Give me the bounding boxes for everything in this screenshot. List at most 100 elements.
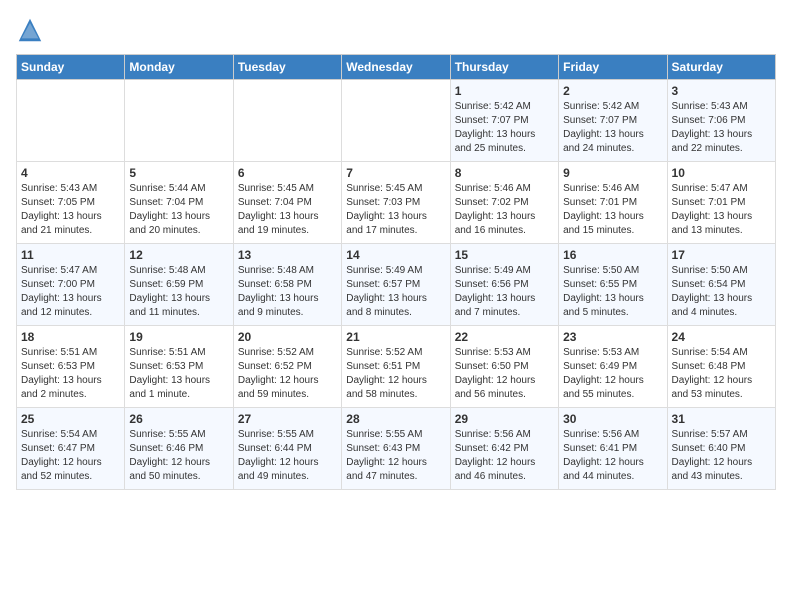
- day-info: Sunrise: 5:48 AM Sunset: 6:59 PM Dayligh…: [129, 264, 228, 320]
- day-info: Sunrise: 5:57 AM Sunset: 6:40 PM Dayligh…: [672, 428, 771, 484]
- day-number: 10: [672, 166, 771, 180]
- calendar-cell: 1 Sunrise: 5:42 AM Sunset: 7:07 PM Daylig…: [450, 80, 558, 162]
- week-row-3: 11 Sunrise: 5:47 AM Sunset: 7:00 PM Dayli…: [17, 244, 776, 326]
- day-info: Sunrise: 5:53 AM Sunset: 6:50 PM Dayligh…: [455, 346, 554, 402]
- day-header-tuesday: Tuesday: [233, 55, 341, 80]
- day-info: Sunrise: 5:51 AM Sunset: 6:53 PM Dayligh…: [129, 346, 228, 402]
- day-number: 26: [129, 412, 228, 426]
- calendar-cell: 24 Sunrise: 5:54 AM Sunset: 6:48 PM Dayli…: [667, 326, 775, 408]
- day-number: 9: [563, 166, 662, 180]
- calendar-cell: 27 Sunrise: 5:55 AM Sunset: 6:44 PM Dayli…: [233, 408, 341, 490]
- calendar-cell: 9 Sunrise: 5:46 AM Sunset: 7:01 PM Daylig…: [559, 162, 667, 244]
- week-row-5: 25 Sunrise: 5:54 AM Sunset: 6:47 PM Dayli…: [17, 408, 776, 490]
- calendar-cell: [342, 80, 450, 162]
- day-number: 20: [238, 330, 337, 344]
- day-info: Sunrise: 5:54 AM Sunset: 6:47 PM Dayligh…: [21, 428, 120, 484]
- day-info: Sunrise: 5:44 AM Sunset: 7:04 PM Dayligh…: [129, 182, 228, 238]
- calendar-cell: 31Sunrise: 5:57 AM Sunset: 6:40 PM Dayli…: [667, 408, 775, 490]
- day-info: Sunrise: 5:47 AM Sunset: 7:00 PM Dayligh…: [21, 264, 120, 320]
- day-number: 13: [238, 248, 337, 262]
- day-number: 22: [455, 330, 554, 344]
- day-info: Sunrise: 5:55 AM Sunset: 6:46 PM Dayligh…: [129, 428, 228, 484]
- day-number: 1: [455, 84, 554, 98]
- day-info: Sunrise: 5:42 AM Sunset: 7:07 PM Dayligh…: [563, 100, 662, 156]
- day-header-monday: Monday: [125, 55, 233, 80]
- day-number: 3: [672, 84, 771, 98]
- calendar-cell: 7 Sunrise: 5:45 AM Sunset: 7:03 PM Daylig…: [342, 162, 450, 244]
- day-number: 18: [21, 330, 120, 344]
- day-info: Sunrise: 5:54 AM Sunset: 6:48 PM Dayligh…: [672, 346, 771, 402]
- day-info: Sunrise: 5:43 AM Sunset: 7:06 PM Dayligh…: [672, 100, 771, 156]
- day-info: Sunrise: 5:56 AM Sunset: 6:41 PM Dayligh…: [563, 428, 662, 484]
- day-info: Sunrise: 5:45 AM Sunset: 7:03 PM Dayligh…: [346, 182, 445, 238]
- day-number: 19: [129, 330, 228, 344]
- day-number: 25: [21, 412, 120, 426]
- calendar-cell: 10 Sunrise: 5:47 AM Sunset: 7:01 PM Dayli…: [667, 162, 775, 244]
- day-info: Sunrise: 5:50 AM Sunset: 6:54 PM Dayligh…: [672, 264, 771, 320]
- day-info: Sunrise: 5:48 AM Sunset: 6:58 PM Dayligh…: [238, 264, 337, 320]
- day-header-wednesday: Wednesday: [342, 55, 450, 80]
- day-info: Sunrise: 5:50 AM Sunset: 6:55 PM Dayligh…: [563, 264, 662, 320]
- day-header-friday: Friday: [559, 55, 667, 80]
- calendar-header-row: SundayMondayTuesdayWednesdayThursdayFrid…: [17, 55, 776, 80]
- day-info: Sunrise: 5:55 AM Sunset: 6:44 PM Dayligh…: [238, 428, 337, 484]
- day-header-thursday: Thursday: [450, 55, 558, 80]
- calendar-cell: 29Sunrise: 5:56 AM Sunset: 6:42 PM Dayli…: [450, 408, 558, 490]
- day-number: 16: [563, 248, 662, 262]
- calendar-cell: [233, 80, 341, 162]
- calendar-cell: 18 Sunrise: 5:51 AM Sunset: 6:53 PM Dayli…: [17, 326, 125, 408]
- day-info: Sunrise: 5:55 AM Sunset: 6:43 PM Dayligh…: [346, 428, 445, 484]
- day-info: Sunrise: 5:52 AM Sunset: 6:51 PM Dayligh…: [346, 346, 445, 402]
- day-number: 11: [21, 248, 120, 262]
- calendar-cell: [125, 80, 233, 162]
- calendar-cell: 22 Sunrise: 5:53 AM Sunset: 6:50 PM Dayli…: [450, 326, 558, 408]
- day-number: 2: [563, 84, 662, 98]
- day-info: Sunrise: 5:56 AM Sunset: 6:42 PM Dayligh…: [455, 428, 554, 484]
- day-number: 4: [21, 166, 120, 180]
- day-info: Sunrise: 5:47 AM Sunset: 7:01 PM Dayligh…: [672, 182, 771, 238]
- calendar-body: 1 Sunrise: 5:42 AM Sunset: 7:07 PM Daylig…: [17, 80, 776, 490]
- calendar-cell: 21 Sunrise: 5:52 AM Sunset: 6:51 PM Dayli…: [342, 326, 450, 408]
- day-number: 23: [563, 330, 662, 344]
- day-number: 7: [346, 166, 445, 180]
- calendar-cell: 26 Sunrise: 5:55 AM Sunset: 6:46 PM Dayli…: [125, 408, 233, 490]
- calendar-cell: 20Sunrise: 5:52 AM Sunset: 6:52 PM Dayli…: [233, 326, 341, 408]
- day-number: 8: [455, 166, 554, 180]
- day-info: Sunrise: 5:46 AM Sunset: 7:02 PM Dayligh…: [455, 182, 554, 238]
- calendar-cell: 15Sunrise: 5:49 AM Sunset: 6:56 PM Dayli…: [450, 244, 558, 326]
- day-number: 30: [563, 412, 662, 426]
- day-number: 6: [238, 166, 337, 180]
- logo-icon: [16, 16, 44, 44]
- week-row-2: 4 Sunrise: 5:43 AM Sunset: 7:05 PM Daylig…: [17, 162, 776, 244]
- day-info: Sunrise: 5:46 AM Sunset: 7:01 PM Dayligh…: [563, 182, 662, 238]
- day-info: Sunrise: 5:51 AM Sunset: 6:53 PM Dayligh…: [21, 346, 120, 402]
- calendar-cell: 11 Sunrise: 5:47 AM Sunset: 7:00 PM Dayli…: [17, 244, 125, 326]
- logo: [16, 16, 48, 44]
- day-info: Sunrise: 5:45 AM Sunset: 7:04 PM Dayligh…: [238, 182, 337, 238]
- day-number: 21: [346, 330, 445, 344]
- calendar-cell: 23 Sunrise: 5:53 AM Sunset: 6:49 PM Dayli…: [559, 326, 667, 408]
- calendar-cell: 30 Sunrise: 5:56 AM Sunset: 6:41 PM Dayli…: [559, 408, 667, 490]
- calendar-cell: 13 Sunrise: 5:48 AM Sunset: 6:58 PM Dayli…: [233, 244, 341, 326]
- day-number: 17: [672, 248, 771, 262]
- calendar-cell: 12 Sunrise: 5:48 AM Sunset: 6:59 PM Dayli…: [125, 244, 233, 326]
- day-info: Sunrise: 5:53 AM Sunset: 6:49 PM Dayligh…: [563, 346, 662, 402]
- calendar-cell: 3 Sunrise: 5:43 AM Sunset: 7:06 PM Daylig…: [667, 80, 775, 162]
- calendar-cell: 8 Sunrise: 5:46 AM Sunset: 7:02 PM Daylig…: [450, 162, 558, 244]
- day-info: Sunrise: 5:49 AM Sunset: 6:56 PM Dayligh…: [455, 264, 554, 320]
- calendar-table: SundayMondayTuesdayWednesdayThursdayFrid…: [16, 54, 776, 490]
- calendar-cell: 14Sunrise: 5:49 AM Sunset: 6:57 PM Dayli…: [342, 244, 450, 326]
- day-number: 14: [346, 248, 445, 262]
- day-info: Sunrise: 5:42 AM Sunset: 7:07 PM Dayligh…: [455, 100, 554, 156]
- week-row-1: 1 Sunrise: 5:42 AM Sunset: 7:07 PM Daylig…: [17, 80, 776, 162]
- calendar-cell: 6 Sunrise: 5:45 AM Sunset: 7:04 PM Daylig…: [233, 162, 341, 244]
- calendar-cell: [17, 80, 125, 162]
- day-info: Sunrise: 5:43 AM Sunset: 7:05 PM Dayligh…: [21, 182, 120, 238]
- day-number: 27: [238, 412, 337, 426]
- day-number: 24: [672, 330, 771, 344]
- day-number: 5: [129, 166, 228, 180]
- calendar-cell: 4 Sunrise: 5:43 AM Sunset: 7:05 PM Daylig…: [17, 162, 125, 244]
- calendar-cell: 28Sunrise: 5:55 AM Sunset: 6:43 PM Dayli…: [342, 408, 450, 490]
- day-number: 12: [129, 248, 228, 262]
- calendar-cell: 17 Sunrise: 5:50 AM Sunset: 6:54 PM Dayli…: [667, 244, 775, 326]
